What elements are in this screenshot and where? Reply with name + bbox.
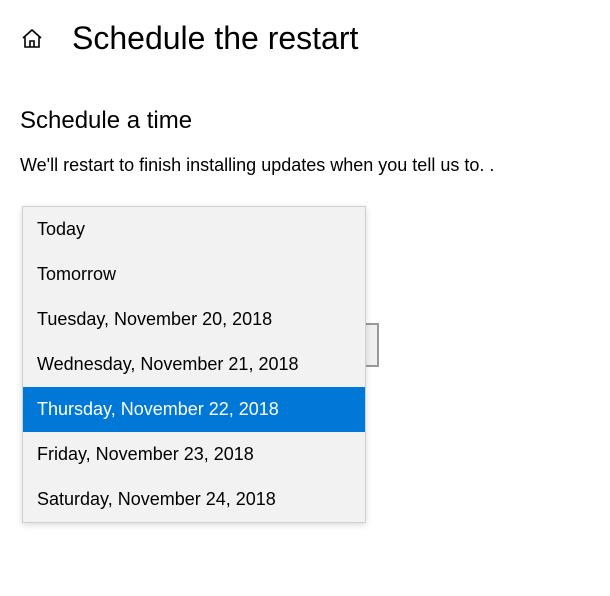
section-description: We'll restart to finish installing updat…: [0, 147, 610, 180]
dropdown-item-today[interactable]: Today: [23, 207, 365, 252]
dropdown-item-friday[interactable]: Friday, November 23, 2018: [23, 432, 365, 477]
day-select-button-edge[interactable]: [365, 323, 379, 367]
dropdown-item-wednesday[interactable]: Wednesday, November 21, 2018: [23, 342, 365, 387]
dropdown-item-saturday[interactable]: Saturday, November 24, 2018: [23, 477, 365, 522]
dropdown-item-tuesday[interactable]: Tuesday, November 20, 2018: [23, 297, 365, 342]
page-title: Schedule the restart: [72, 20, 358, 57]
page-header: Schedule the restart: [0, 0, 610, 67]
section-heading: Schedule a time: [0, 67, 610, 147]
dropdown-item-thursday[interactable]: Thursday, November 22, 2018: [23, 387, 365, 432]
dropdown-item-tomorrow[interactable]: Tomorrow: [23, 252, 365, 297]
day-select-dropdown: Today Tomorrow Tuesday, November 20, 201…: [22, 206, 366, 523]
home-icon[interactable]: [20, 27, 44, 51]
